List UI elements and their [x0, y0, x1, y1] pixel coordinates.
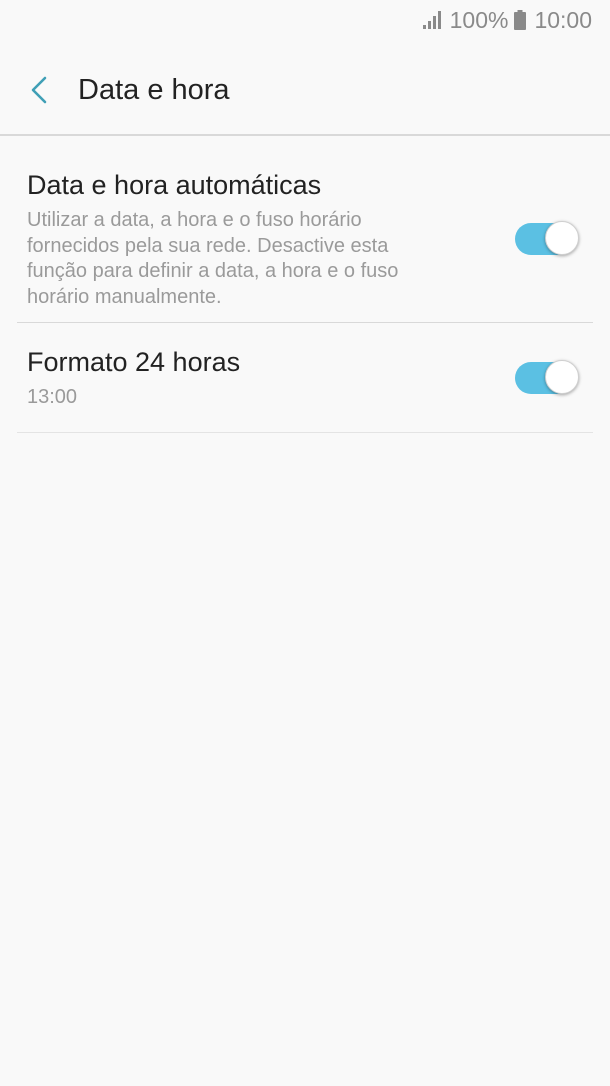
header-divider — [0, 134, 610, 136]
back-button[interactable] — [4, 58, 74, 122]
app-header: Data e hora — [0, 58, 610, 122]
setting-title: Formato 24 horas — [27, 347, 241, 378]
chevron-left-icon — [31, 76, 47, 104]
status-bar: 100% 10:00 — [0, 0, 610, 40]
setting-24-hour-format[interactable]: Formato 24 horas 13:00 — [17, 324, 593, 432]
row-divider — [17, 322, 593, 323]
battery-percent: 100% — [449, 6, 509, 33]
page-title: Data e hora — [78, 73, 230, 106]
24-hour-format-toggle[interactable] — [515, 360, 579, 396]
setting-description: 13:00 — [27, 386, 78, 409]
setting-description: Utilizar a data, a hora e o fuso horário… — [27, 209, 399, 308]
automatic-date-time-toggle[interactable] — [515, 221, 579, 257]
toggle-thumb — [545, 360, 579, 394]
row-divider — [17, 432, 593, 433]
toggle-thumb — [545, 221, 579, 255]
battery-icon — [514, 10, 527, 30]
status-time: 10:00 — [534, 6, 592, 33]
signal-icon — [422, 11, 441, 29]
setting-title: Data e hora automáticas — [27, 170, 322, 200]
setting-text: Data e hora automáticas Utilizar a data,… — [17, 168, 515, 310]
setting-text: Formato 24 horas 13:00 — [17, 345, 515, 411]
setting-automatic-date-time[interactable]: Data e hora automáticas Utilizar a data,… — [17, 156, 593, 322]
